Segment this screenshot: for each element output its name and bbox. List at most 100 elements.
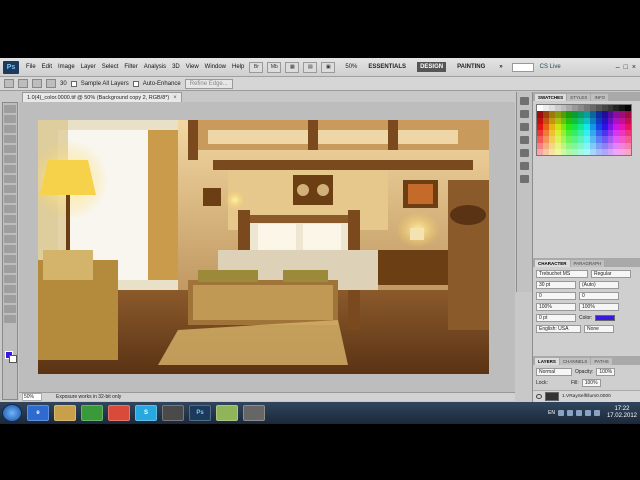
path-selection-tool-icon[interactable] <box>4 265 16 273</box>
menu-help[interactable]: Help <box>229 64 247 70</box>
tray-icon-3[interactable] <box>575 410 582 416</box>
swatch-cell[interactable] <box>625 148 631 155</box>
horizontal-scale-field[interactable]: 100% <box>579 303 619 311</box>
tool-preset-icon[interactable] <box>4 79 14 88</box>
mini-bridge-button[interactable]: Mb <box>267 61 282 73</box>
tab-styles[interactable]: STYLES <box>567 94 591 101</box>
eyedropper-tool-icon[interactable] <box>4 155 16 163</box>
menu-filter[interactable]: Filter <box>121 64 140 70</box>
antialias-select[interactable]: None <box>584 325 614 333</box>
add-selection-icon[interactable] <box>32 79 42 88</box>
app-icon[interactable] <box>162 405 184 421</box>
photoshop-taskbar-icon[interactable]: Ps <box>189 405 211 421</box>
brushes-panel-icon[interactable] <box>520 123 529 131</box>
menu-3d[interactable]: 3D <box>169 64 183 70</box>
eraser-tool-icon[interactable] <box>4 205 16 213</box>
gradient-tool-icon[interactable] <box>4 215 16 223</box>
3d-rotate-tool-icon[interactable] <box>4 285 16 293</box>
workspace-more[interactable]: » <box>496 62 505 72</box>
sample-all-layers-checkbox[interactable] <box>70 80 77 87</box>
healing-tool-icon[interactable] <box>4 165 16 173</box>
cs-live-button[interactable]: CS Live <box>540 64 561 70</box>
chrome-icon[interactable] <box>108 405 130 421</box>
masks-panel-icon[interactable] <box>520 162 529 170</box>
actions-panel-icon[interactable] <box>520 110 529 118</box>
type-tool-icon[interactable] <box>4 255 16 263</box>
font-size-field[interactable]: 30 pt <box>536 281 576 289</box>
menu-view[interactable]: View <box>183 64 202 70</box>
language-indicator[interactable]: EN <box>548 410 555 416</box>
background-color-swatch[interactable] <box>9 355 17 363</box>
tab-character[interactable]: CHARACTER <box>535 260 570 267</box>
zoom-tool-icon[interactable] <box>4 315 16 323</box>
layer-row[interactable]: 1.VRaySelfIllum0.0000 <box>533 390 640 402</box>
status-zoom-field[interactable]: 50% <box>22 393 42 401</box>
clone-stamp-tool-icon[interactable] <box>4 185 16 193</box>
minimize-icon[interactable]: – <box>616 64 620 71</box>
menu-select[interactable]: Select <box>99 64 122 70</box>
leading-field[interactable]: (Auto) <box>579 281 619 289</box>
tracking-field[interactable]: 0 <box>579 292 619 300</box>
skype-icon[interactable]: S <box>135 405 157 421</box>
fill-field[interactable]: 100% <box>581 379 601 387</box>
files-icon[interactable] <box>216 405 238 421</box>
hand-tool-icon[interactable] <box>4 305 16 313</box>
clone-source-panel-icon[interactable] <box>520 136 529 144</box>
tab-close-icon[interactable]: × <box>173 95 177 101</box>
marquee-tool-icon[interactable] <box>4 115 16 123</box>
document-canvas[interactable] <box>38 120 489 374</box>
brush-tool-icon[interactable] <box>4 175 16 183</box>
photoshop-logo[interactable]: Ps <box>3 60 19 74</box>
history-brush-tool-icon[interactable] <box>4 195 16 203</box>
dodge-tool-icon[interactable] <box>4 235 16 243</box>
subtract-selection-icon[interactable] <box>46 79 56 88</box>
tab-paths[interactable]: PATHS <box>591 358 612 365</box>
explorer-icon[interactable] <box>54 405 76 421</box>
history-panel-icon[interactable] <box>520 97 529 105</box>
internet-explorer-icon[interactable]: e <box>27 405 49 421</box>
refine-edge-button[interactable]: Refine Edge... <box>184 78 233 89</box>
lasso-tool-icon[interactable] <box>4 125 16 133</box>
auto-enhance-checkbox[interactable] <box>132 80 139 87</box>
search-input[interactable] <box>511 62 534 72</box>
menu-file[interactable]: File <box>23 64 39 70</box>
close-icon[interactable]: × <box>632 64 636 71</box>
brush-size[interactable]: 30 <box>60 81 67 87</box>
zoom-level[interactable]: 50% <box>345 64 357 70</box>
eye-icon[interactable] <box>536 394 542 399</box>
arrange-icon[interactable]: ▤ <box>303 61 318 73</box>
volume-icon[interactable] <box>584 410 591 416</box>
media-icon[interactable] <box>81 405 103 421</box>
menu-edit[interactable]: Edit <box>39 64 55 70</box>
menu-analysis[interactable]: Analysis <box>141 64 169 70</box>
screen-mode-icon[interactable]: ▣ <box>321 61 336 73</box>
tab-channels[interactable]: CHANNELS <box>559 358 591 365</box>
tab-info[interactable]: INFO <box>591 94 609 101</box>
opacity-field[interactable]: 100% <box>596 368 616 376</box>
start-button[interactable] <box>2 404 22 422</box>
network-icon[interactable] <box>593 410 600 416</box>
shape-tool-icon[interactable] <box>4 275 16 283</box>
vertical-scale-field[interactable]: 100% <box>536 303 576 311</box>
font-family-select[interactable]: Trebuchet MS <box>536 270 588 278</box>
menu-image[interactable]: Image <box>55 64 78 70</box>
quick-selection-tool-icon[interactable] <box>4 135 16 143</box>
status-message[interactable]: Exposure works in 32-bit only <box>56 394 121 400</box>
crop-tool-icon[interactable] <box>4 145 16 153</box>
tab-layers[interactable]: LAYERS <box>535 358 559 365</box>
paragraph-panel-icon[interactable] <box>520 175 529 183</box>
3d-orbit-tool-icon[interactable] <box>4 295 16 303</box>
workspace-essentials[interactable]: ESSENTIALS <box>365 62 409 72</box>
tab-swatches[interactable]: SWATCHES <box>535 94 567 101</box>
kerning-field[interactable]: 0 <box>536 292 576 300</box>
extras-icon[interactable]: ▦ <box>285 61 300 73</box>
text-color-swatch[interactable] <box>595 315 616 321</box>
swatches-grid[interactable] <box>536 104 632 156</box>
tab-paragraph[interactable]: PARAGRAPH <box>570 260 605 267</box>
workspace-design[interactable]: DESIGN <box>417 62 447 72</box>
adjustments-panel-icon[interactable] <box>520 149 529 157</box>
tools-icon[interactable] <box>243 405 265 421</box>
new-selection-icon[interactable] <box>18 79 28 88</box>
clock[interactable]: 17:22 17.02.2012 <box>607 406 637 420</box>
document-tab[interactable]: 1.0(4)_color.0000.tif @ 50% (Background … <box>22 92 182 102</box>
